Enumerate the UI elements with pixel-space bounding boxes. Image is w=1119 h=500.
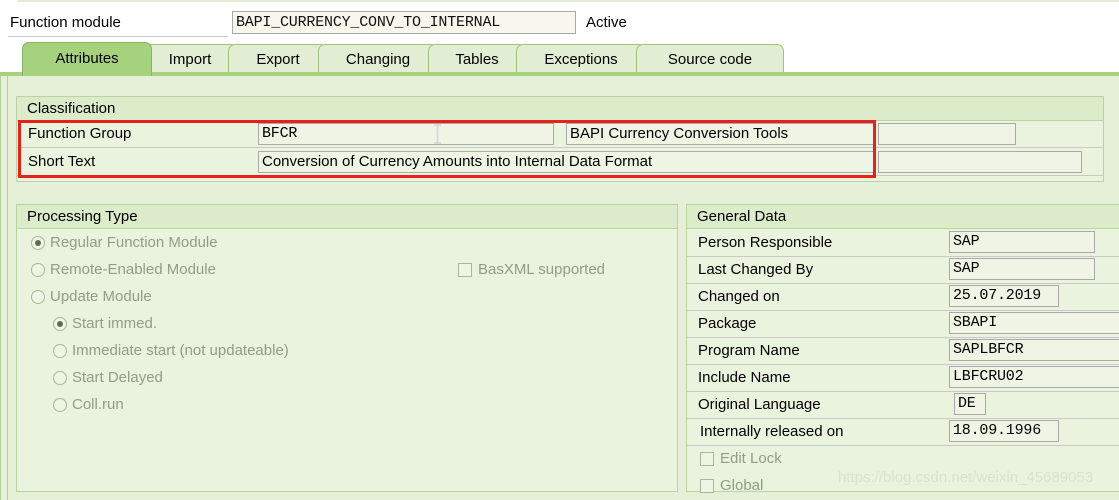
gd-sep-8 <box>687 445 1119 446</box>
function-module-label-underline <box>8 36 228 37</box>
label-edit-lock[interactable]: Edit Lock <box>720 450 782 467</box>
general-data-group-title: General Data <box>687 205 1119 229</box>
checkbox-edit-lock[interactable] <box>700 452 714 466</box>
input-include-name[interactable]: LBFCRU02 <box>949 366 1119 388</box>
header-bar: Function module BAPI_CURRENCY_CONV_TO_IN… <box>0 0 1119 38</box>
function-group-extra-input[interactable] <box>878 123 1016 145</box>
top-hairline <box>18 0 1119 2</box>
label-basxml-supported[interactable]: BasXML supported <box>478 261 605 278</box>
label-coll-run[interactable]: Coll.run <box>72 396 124 413</box>
label-regular-function-module[interactable]: Regular Function Module <box>50 234 218 251</box>
radio-immediate-start-not-updateable[interactable] <box>53 344 67 358</box>
checkbox-basxml-supported[interactable] <box>458 263 472 277</box>
label-immediate-start-not-updateable[interactable]: Immediate start (not updateable) <box>72 342 289 359</box>
label-changed-on: Changed on <box>698 288 780 305</box>
content-inner-border <box>7 76 8 500</box>
function-group-label: Function Group <box>28 125 132 142</box>
label-last-changed-by: Last Changed By <box>698 261 814 278</box>
radio-regular-function-module[interactable] <box>31 236 45 250</box>
gd-sep-2 <box>687 283 1119 284</box>
short-text-label: Short Text <box>28 153 96 170</box>
input-person-responsible[interactable]: SAP <box>949 231 1095 253</box>
radio-coll-run[interactable] <box>53 398 67 412</box>
function-module-label: Function module <box>10 14 121 31</box>
label-internally-released-on: Internally released on <box>700 423 844 440</box>
radio-start-immed[interactable] <box>53 317 67 331</box>
short-text-input[interactable]: Conversion of Currency Amounts into Inte… <box>258 151 874 173</box>
gd-sep-4 <box>687 337 1119 338</box>
gd-sep-3 <box>687 310 1119 311</box>
checkbox-global[interactable] <box>700 479 714 493</box>
label-package: Package <box>698 315 757 332</box>
function-group-description-input[interactable]: BAPI Currency Conversion Tools <box>566 123 874 145</box>
label-remote-enabled-module[interactable]: Remote-Enabled Module <box>50 261 216 278</box>
text-cursor-icon <box>434 124 441 144</box>
radio-update-module[interactable] <box>31 290 45 304</box>
tab-attributes[interactable]: Attributes <box>22 42 152 76</box>
sap-function-module-screen: Function module BAPI_CURRENCY_CONV_TO_IN… <box>0 0 1119 500</box>
label-global[interactable]: Global <box>720 477 763 494</box>
radio-remote-enabled-module[interactable] <box>31 263 45 277</box>
label-update-module[interactable]: Update Module <box>50 288 152 305</box>
input-original-language[interactable]: DE <box>954 393 986 415</box>
tab-strip: Attributes Import Export Changing Tables… <box>0 40 1119 76</box>
input-internally-released-on[interactable]: 18.09.1996 <box>949 420 1059 442</box>
label-person-responsible: Person Responsible <box>698 234 833 251</box>
input-program-name[interactable]: SAPLBFCR <box>949 339 1119 361</box>
radio-start-delayed[interactable] <box>53 371 67 385</box>
gd-sep-6 <box>687 391 1119 392</box>
short-text-extra-input[interactable] <box>878 151 1082 173</box>
gd-sep-5 <box>687 364 1119 365</box>
input-package[interactable]: SBAPI <box>949 312 1119 334</box>
label-original-language: Original Language <box>698 396 821 413</box>
input-last-changed-by[interactable]: SAP <box>949 258 1095 280</box>
input-changed-on[interactable]: 25.07.2019 <box>949 285 1059 307</box>
label-include-name: Include Name <box>698 369 791 386</box>
function-module-name-field[interactable]: BAPI_CURRENCY_CONV_TO_INTERNAL <box>232 11 576 34</box>
label-start-delayed[interactable]: Start Delayed <box>72 369 163 386</box>
function-group-input[interactable]: BFCR <box>258 123 554 145</box>
gd-sep-7 <box>687 418 1119 419</box>
classification-row-separator-2 <box>17 175 1103 176</box>
gd-sep-1 <box>687 256 1119 257</box>
classification-row-separator-1 <box>17 147 1103 148</box>
processing-type-group-title: Processing Type <box>17 205 677 229</box>
classification-group-title: Classification <box>17 97 1103 121</box>
label-start-immed[interactable]: Start immed. <box>72 315 157 332</box>
label-program-name: Program Name <box>698 342 800 359</box>
activation-status-text: Active <box>586 14 627 31</box>
